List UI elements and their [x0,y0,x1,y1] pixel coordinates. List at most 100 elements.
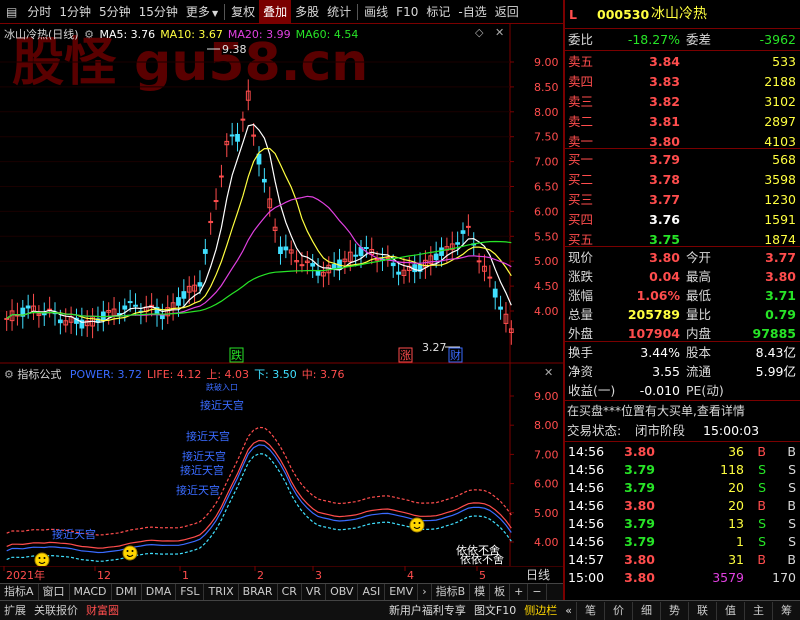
big-order-notice[interactable]: 在买盘***位置有大买单,查看详情 [565,402,800,421]
indicator-tab[interactable]: 指标B [432,584,471,600]
toolbar-button[interactable]: 更多 ▼ [182,0,222,24]
toolbar-button[interactable]: 5分钟 [95,0,135,24]
indicator-tab[interactable]: TRIX [204,584,239,600]
quote-text: 205789 [627,307,680,322]
indicator-tab[interactable]: › [418,584,432,600]
toolbar-button[interactable]: 多股 [291,0,323,24]
panel-tab[interactable]: 筹 [772,601,800,620]
indicator-chart-canvas[interactable]: 9.008.007.006.005.004.00接近天宫接近天宫接近天宫接近天宫… [0,364,563,568]
panel-tab[interactable]: 值 [716,601,744,620]
indicator-tab[interactable]: FSL [176,584,205,600]
indicator-tab[interactable]: 指标A [0,584,39,600]
bottom-bar-link[interactable]: 扩展 [0,602,30,620]
candle-body [133,304,138,307]
y-tick-label: 8.00 [534,419,559,432]
toolbar-button[interactable]: 标记 [422,0,454,24]
event-badge-label[interactable]: 财 [450,348,461,362]
settings-icon[interactable]: ⚙ [84,28,94,41]
panel-tab[interactable]: 主 [744,601,772,620]
indicator-value-label: 中: 3.76 [301,368,345,381]
indicator-tab[interactable]: 模 [470,584,491,600]
bottom-bar-link[interactable]: 侧边栏 [520,602,561,620]
close-icon[interactable]: ✕ [544,366,553,379]
bottom-bar-link[interactable]: 图文F10 [470,602,520,620]
indicator-tab[interactable]: 板 [490,584,511,600]
toolbar-button[interactable]: 返回 [491,0,523,24]
candle-body [315,270,321,276]
indicator-tab[interactable]: ASI [358,584,386,600]
quote-text: S [788,480,796,495]
toolbar-button[interactable]: 分时 [23,0,55,24]
panel-tab[interactable]: 联 [688,601,716,620]
indicator-tab[interactable]: MACD [70,584,112,600]
panel-tab[interactable]: 价 [604,601,632,620]
toolbar-button[interactable]: 复权 [227,0,259,24]
panel-tab[interactable]: 笔 [576,601,604,620]
toolbar-button[interactable]: 15分钟 [135,0,182,24]
toolbar-button[interactable]: 画线 [360,0,392,24]
indicator-value-label: POWER: 3.72 [69,368,142,381]
quote-text: B [757,444,766,459]
quote-text: 1 [736,534,744,549]
quote-text: 3.71 [765,288,796,303]
quote-header: L 000530 冰山冷热 [565,5,800,24]
event-badge-label[interactable]: 跌 [231,348,242,362]
y-tick-label: 6.00 [534,478,559,491]
quote-text: -3962 [759,32,796,47]
quote-text: 收益(一) [568,383,616,398]
candle-body [181,291,187,299]
indicator-tab[interactable]: VR [302,584,327,600]
bottom-bar-link[interactable]: 新用户福利专享 [385,602,470,620]
kline-chart-header: 冰山冷热(日线) ⚙ MA5: 3.76 MA10: 3.67 MA20: 3.99… [4,26,363,42]
quote-text: 3.44% [640,345,680,360]
indicator-tab[interactable]: OBV [326,584,359,600]
y-tick-label: 7.00 [534,156,559,169]
bottom-bar-link[interactable]: « [561,602,576,620]
quote-text: 卖四 [568,74,594,89]
panel-tab[interactable]: 细 [632,601,660,620]
candle-body [176,297,181,306]
indicator-chart[interactable]: 9.00 8.00 7.00 6.00 5.00 4.00 接近天宫 接近天宫 接近天宫 接近天宫… [0,364,563,568]
quote-text: 最低 [686,288,712,303]
tick-row: 14:56 3.80 20 B B [565,496,800,515]
cross-icon[interactable]: ✕ [495,26,504,39]
settings-icon[interactable]: ⚙ [4,368,14,381]
toolbar-button[interactable]: 叠加 [259,0,292,24]
quote-text: 现价 [568,250,594,265]
indicator-tab[interactable]: DMA [142,584,177,600]
toolbar-button[interactable]: F10 [392,0,422,24]
indicator-tab[interactable]: − [528,584,547,600]
indicator-tab[interactable]: + [510,584,529,600]
toolbar-button[interactable]: 统计 [323,0,355,24]
indicator-tab[interactable]: CR [278,584,302,600]
quote-text: 0.04 [649,269,680,284]
order-book-sell-row: 卖五 3.84 533 [565,52,800,71]
quote-text: 0.79 [765,307,796,322]
indicator-tab[interactable]: BRAR [239,584,278,600]
quote-text: 15:00 [568,570,605,585]
high-price-label: 9.38 [222,43,247,56]
bottom-bar-link[interactable]: 关联报价 [30,602,82,620]
period-label[interactable]: 日线 [526,568,550,582]
indicator-tab[interactable]: 窗口 [39,584,70,600]
kline-chart[interactable]: 股怪 gu58.cn 9.00 8.50 8.00 7.50 7.00 6.50 6.00 5.… [0,24,563,364]
event-badge-label[interactable]: 涨 [400,349,411,362]
indicator-tab[interactable]: EMV [385,584,419,600]
quote-text: 净资 [568,364,594,379]
quote-text: 31 [728,552,744,567]
indicator-tab[interactable]: DMI [112,584,142,600]
quote-panel: L 000530 冰山冷热 委比 -18.27% 委差 -3962 卖五 3.84 533 卖四 3.… [563,0,800,600]
diamond-icon[interactable]: ◇ [475,26,483,39]
panel-tab[interactable]: 势 [660,601,688,620]
quote-text: 卖二 [568,114,594,129]
toolbar-button[interactable]: 1分钟 [55,0,95,24]
quote-text: 14:56 [568,480,605,495]
kline-chart-canvas[interactable]: 股怪 gu58.cn 9.00 8.50 8.00 7.50 7.00 6.50 6.00 5.… [0,24,563,364]
toolbar-button[interactable]: -自选 [454,0,490,24]
indicator-value-label: LIFE: 4.12 [147,368,202,381]
quote-text: 3.77 [765,250,796,265]
quote-text: 买三 [568,192,594,207]
quote-text: 3.80 [765,269,796,284]
bottom-bar-link[interactable]: 财富圈 [82,602,123,620]
menu-icon[interactable]: ▤ [0,5,23,19]
